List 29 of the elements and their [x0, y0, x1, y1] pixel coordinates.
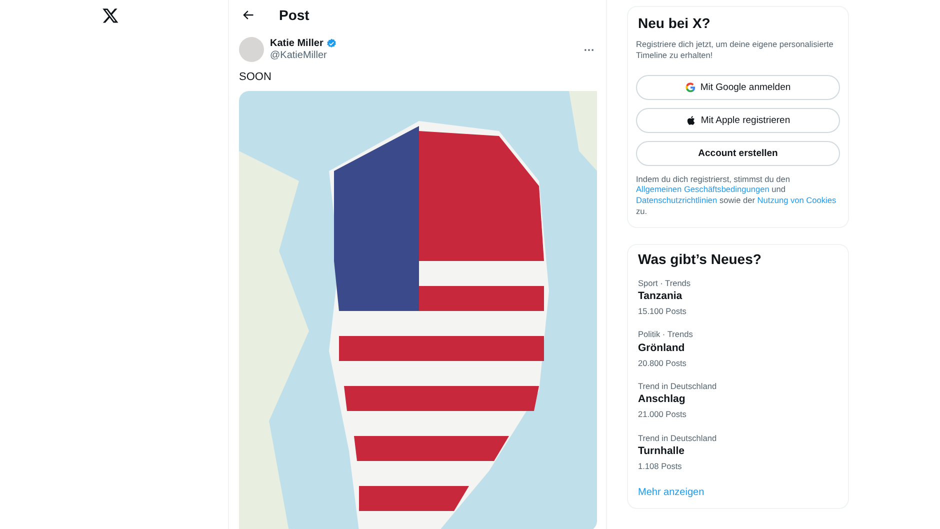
logo-icon[interactable]: [102, 7, 118, 24]
google-icon: [685, 82, 696, 93]
post-text: SOON: [239, 71, 272, 83]
trend-post-count: 15.100 Posts: [638, 304, 688, 318]
trends-title: Was gibt’s Neues?: [638, 250, 762, 267]
google-signin-button[interactable]: Mit Google anmelden: [636, 74, 840, 100]
create-account-button[interactable]: Account erstellen: [636, 140, 840, 166]
more-options-icon[interactable]: [584, 48, 594, 52]
legal-text: Indem du dich registrierst, stimmst du den Allgemeinen Geschäftsbedingungen und Datenschutzrichtlinien sowie der Nutzung von Cookies zu.: [636, 174, 838, 217]
trend-context: Sport · Trends: [638, 276, 692, 290]
author-name[interactable]: Katie Miller: [270, 38, 324, 49]
trend-context: Trend in Deutschland: [638, 432, 718, 444]
signup-subtitle: Registriere dich jetzt, um deine eigene personalisierte Timeline zu erhalten!: [636, 39, 834, 61]
back-arrow-icon[interactable]: [241, 8, 255, 22]
trend-name[interactable]: Anschlag: [638, 392, 838, 408]
author-handle[interactable]: @KatieMiller: [270, 50, 578, 61]
trend-name[interactable]: Turnhalle: [638, 444, 838, 460]
trend-name[interactable]: Tanzania: [638, 289, 838, 305]
apple-icon: [686, 114, 697, 126]
trend-post-count: 20.800 Posts: [638, 356, 688, 369]
trend-name[interactable]: Grönland: [638, 340, 838, 356]
trend-context: Trend in Deutschland: [638, 380, 718, 392]
page-title: Post: [279, 7, 310, 23]
trend-context: Politik · Trends: [638, 328, 694, 341]
trend-post-count: 1.108 Posts: [638, 460, 683, 472]
signup-title: Neu bei X?: [638, 15, 712, 31]
trend-post-count: 21.000 Posts: [638, 408, 688, 421]
map-drawing[interactable]: [239, 91, 597, 529]
apple-signup-button[interactable]: Mit Apple registrieren: [636, 108, 840, 133]
